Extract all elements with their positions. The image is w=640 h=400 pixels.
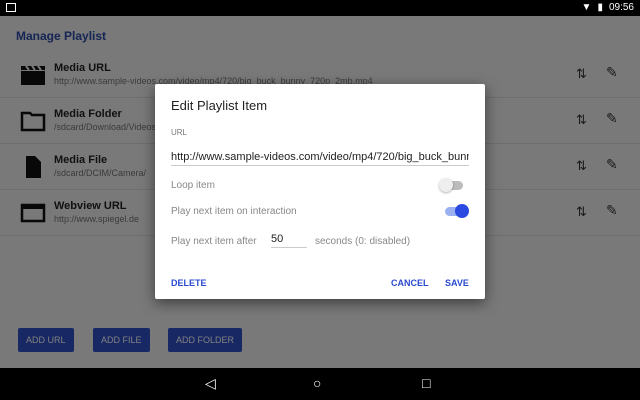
url-label: URL [171,128,188,137]
delete-button[interactable]: DELETE [171,278,207,288]
seconds-suffix: seconds (0: disabled) [315,236,411,247]
wifi-icon: ▼ [581,2,592,13]
edit-playlist-item-dialog: Edit Playlist Item URL Loop item Play ne… [155,84,485,299]
back-icon[interactable]: ◁ [205,375,216,392]
battery-icon: ▮ [597,2,603,13]
play-next-label: Play next item on interaction [171,206,297,217]
clock: 09:56 [608,2,634,13]
seconds-input[interactable] [271,233,307,248]
save-button[interactable]: SAVE [445,278,469,288]
url-input[interactable] [171,148,469,166]
recents-icon[interactable]: □ [422,375,430,391]
home-icon[interactable]: ○ [313,375,321,391]
loop-item-label: Loop item [171,180,215,191]
gallery-notification-icon [6,3,16,12]
cancel-button[interactable]: CANCEL [391,278,429,288]
dialog-title: Edit Playlist Item [171,98,268,113]
navigation-bar: ◁ ○ □ [0,368,640,400]
loop-item-toggle[interactable] [439,178,463,192]
play-next-toggle[interactable] [445,204,469,218]
status-bar: ▼ ▮ 09:56 [0,0,640,16]
play-after-label: Play next item after [171,236,257,247]
